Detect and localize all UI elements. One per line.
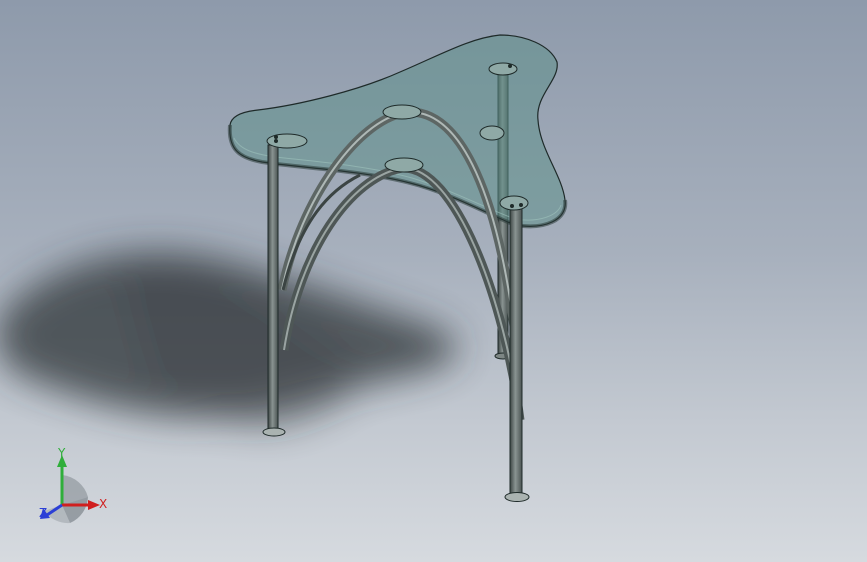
triad-x-label: X: [99, 497, 107, 511]
graphics-viewport[interactable]: Y X Z: [0, 0, 867, 562]
view-orientation-triad[interactable]: Y X Z: [30, 445, 120, 530]
floor-shadow: [0, 252, 458, 426]
triad-z-label: Z: [39, 506, 47, 520]
triad-sphere: [44, 475, 88, 524]
model-scene[interactable]: [0, 0, 867, 562]
triad-y-label: Y: [57, 446, 66, 460]
